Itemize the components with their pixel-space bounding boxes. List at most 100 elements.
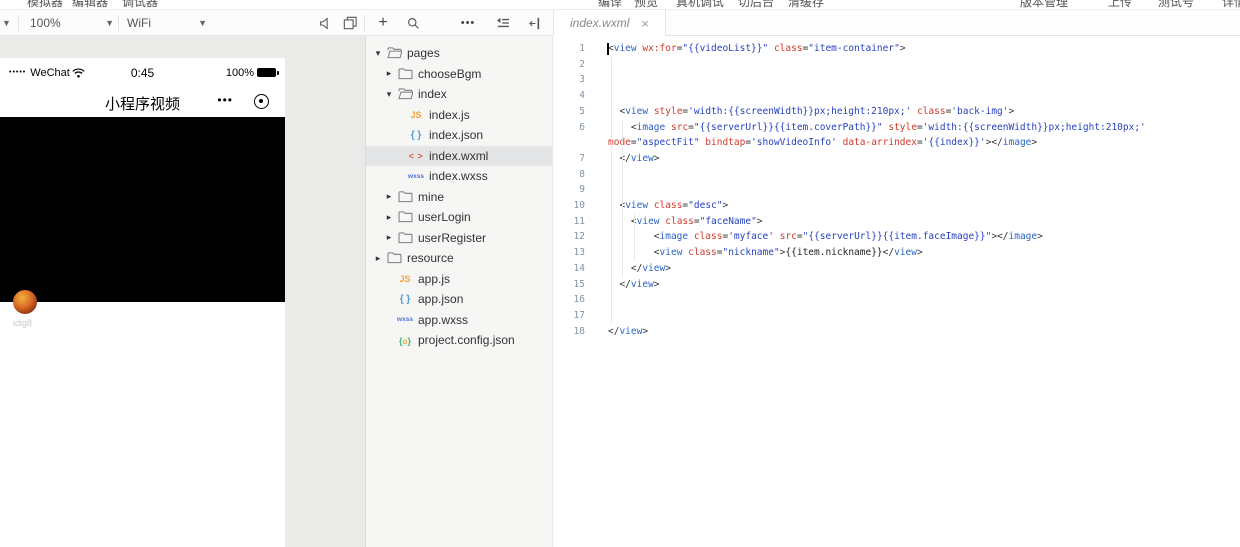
indent-guide bbox=[611, 56, 612, 324]
tree-item-label: resource bbox=[407, 251, 454, 266]
mute-button[interactable] bbox=[316, 14, 334, 32]
menu-item[interactable]: 详情 bbox=[1222, 0, 1240, 9]
signal-dots-icon: ••••• bbox=[9, 69, 27, 76]
code-line-17[interactable]: 17 bbox=[553, 308, 1240, 324]
code-line-5[interactable]: 5 <view style='width:{{screenWidth}}px;h… bbox=[553, 104, 1240, 120]
tree-item-label: userLogin bbox=[418, 210, 471, 225]
tree-item-app-json[interactable]: { } app.json bbox=[366, 289, 552, 310]
tree-item-pages[interactable]: ▾ pages bbox=[366, 43, 552, 64]
tree-item-project-config-json[interactable]: {o} project.config.json bbox=[366, 330, 552, 351]
code-line-11[interactable]: 11 <view class="faceName"> bbox=[553, 214, 1240, 230]
chevron-down-icon: ▾ bbox=[386, 88, 392, 99]
line-number: 6 bbox=[579, 121, 585, 133]
code-line-8[interactable]: 8 bbox=[553, 167, 1240, 183]
tree-item-index-wxml[interactable]: < > index.wxml bbox=[366, 145, 552, 166]
capsule-more-button[interactable]: ••• bbox=[217, 93, 233, 107]
toolbar-divider bbox=[18, 15, 19, 31]
multi-window-button[interactable] bbox=[341, 14, 359, 32]
folder-open-icon bbox=[397, 88, 413, 100]
code-line-4[interactable]: 4 bbox=[553, 88, 1240, 104]
more-button[interactable]: ••• bbox=[459, 14, 477, 32]
outline-button[interactable] bbox=[494, 14, 512, 32]
menu-item[interactable]: 预览 bbox=[634, 0, 658, 9]
menu-item[interactable]: 模拟器 bbox=[27, 0, 63, 9]
code-line-3[interactable]: 3 bbox=[553, 72, 1240, 88]
code-line-9[interactable]: 9 bbox=[553, 182, 1240, 198]
line-number: 12 bbox=[573, 231, 585, 243]
code-line-10[interactable]: 10 <view class="desc"> bbox=[553, 198, 1240, 214]
code-line-14[interactable]: 14 </view> bbox=[553, 261, 1240, 277]
code-text: <view class="nickname">{{item.nickname}}… bbox=[608, 247, 923, 259]
menu-item[interactable]: 上传 bbox=[1108, 0, 1132, 9]
video-username: idig8 bbox=[13, 318, 33, 328]
menu-item[interactable]: 版本管理 bbox=[1020, 0, 1068, 9]
line-number: 15 bbox=[573, 278, 585, 290]
code-line-12[interactable]: 12 <image class='myface' src="{{serverUr… bbox=[553, 229, 1240, 245]
capsule-home-button[interactable] bbox=[254, 94, 269, 109]
tree-item-app-js[interactable]: JS app.js bbox=[366, 269, 552, 290]
tree-item-index-js[interactable]: JS index.js bbox=[366, 105, 552, 126]
folder-icon bbox=[398, 232, 412, 243]
tree-item-label: userRegister bbox=[418, 230, 487, 245]
code-line-1[interactable]: 1 <view wx:for="{{videoList}}" class="ite… bbox=[553, 41, 1240, 57]
menu-item[interactable]: 真机调试 bbox=[676, 0, 724, 9]
zoom-value: 100% bbox=[30, 15, 61, 30]
menu-item[interactable]: 编译 bbox=[598, 0, 622, 9]
menu-item[interactable]: 清缓存 bbox=[788, 0, 824, 9]
tree-item-label: index.js bbox=[429, 107, 470, 122]
tree-item-resource[interactable]: ▸ resource bbox=[366, 248, 552, 269]
tree-item-mine[interactable]: ▸ mine bbox=[366, 187, 552, 208]
menu-item[interactable]: 测试号 bbox=[1158, 0, 1194, 9]
tree-item-userLogin[interactable]: ▸ userLogin bbox=[366, 207, 552, 228]
tree-item-label: index.wxss bbox=[429, 169, 488, 184]
code-text: <image class='myface' src="{{serverUrl}}… bbox=[608, 231, 1043, 243]
avatar[interactable] bbox=[13, 290, 37, 314]
line-number: 7 bbox=[579, 152, 585, 164]
wifi-icon bbox=[72, 67, 85, 78]
status-bar: ••••• WeChat 0:45 100% bbox=[0, 58, 285, 87]
editor-tab-bar: index.wxml × bbox=[553, 10, 1240, 36]
close-icon[interactable]: × bbox=[641, 16, 649, 31]
add-file-button[interactable]: + bbox=[374, 14, 392, 32]
menu-item[interactable]: 切后台 bbox=[738, 0, 774, 9]
tree-item-userRegister[interactable]: ▸ userRegister bbox=[366, 228, 552, 249]
ellipsis-icon: ••• bbox=[460, 17, 476, 29]
battery-percent: 100% bbox=[225, 66, 254, 79]
collapse-panel-button[interactable] bbox=[526, 14, 544, 32]
wxss-file-icon: wxss bbox=[408, 172, 424, 180]
code-editor[interactable]: 1 <view wx:for="{{videoList}}" class="ite… bbox=[553, 36, 1240, 547]
code-text: <view wx:for="{{videoList}}" class="item… bbox=[608, 43, 906, 54]
zoom-dropdown[interactable]: 100% ▼ bbox=[30, 10, 114, 35]
menu-item[interactable]: 编辑器 bbox=[72, 0, 108, 9]
tab-index-wxml[interactable]: index.wxml × bbox=[554, 10, 666, 36]
json-file-icon: { } bbox=[399, 293, 411, 305]
code-line-7[interactable]: 7 </view> bbox=[553, 151, 1240, 167]
code-line-2[interactable]: 2 bbox=[553, 57, 1240, 73]
code-text: <view style='width:{{screenWidth}}px;hei… bbox=[608, 105, 1015, 117]
device-dropdown[interactable]: ▼ bbox=[2, 10, 11, 35]
tree-item-index-json[interactable]: { } index.json bbox=[366, 125, 552, 146]
line-number: 5 bbox=[579, 105, 585, 117]
tree-item-chooseBgm[interactable]: ▸ chooseBgm bbox=[366, 64, 552, 85]
simulator-panel: ••••• WeChat 0:45 100% 小程序视频 ••• idig8 bbox=[0, 36, 365, 547]
page-title: 小程序视频 bbox=[104, 96, 180, 113]
tree-item-index-wxss[interactable]: wxss index.wxss bbox=[366, 166, 552, 187]
code-line-15[interactable]: 15 </view> bbox=[553, 277, 1240, 293]
code-text: </view> bbox=[608, 278, 660, 290]
code-line-18[interactable]: 18 </view> bbox=[553, 324, 1240, 340]
code-line-6[interactable]: 6 <image src="{{serverUrl}}{{item.coverP… bbox=[553, 120, 1240, 151]
chevron-right-icon: ▸ bbox=[386, 191, 392, 202]
phone-screen: ••••• WeChat 0:45 100% 小程序视频 ••• idig8 bbox=[0, 58, 285, 547]
video-player[interactable] bbox=[0, 117, 285, 314]
code-line-13[interactable]: 13 <view class="nickname">{{item.nicknam… bbox=[553, 245, 1240, 261]
tree-item-index[interactable]: ▾ index bbox=[366, 84, 552, 105]
chevron-right-icon: ▸ bbox=[386, 68, 392, 79]
indent-guide bbox=[622, 119, 623, 277]
code-line-16[interactable]: 16 bbox=[553, 292, 1240, 308]
search-button[interactable] bbox=[404, 14, 422, 32]
tree-item-label: pages bbox=[407, 46, 440, 61]
menu-item[interactable]: 调试器 bbox=[122, 0, 158, 9]
network-dropdown[interactable]: WiFi ▼ bbox=[127, 10, 207, 35]
tree-item-app-wxss[interactable]: wxss app.wxss bbox=[366, 310, 552, 331]
line-number: 2 bbox=[579, 58, 585, 70]
